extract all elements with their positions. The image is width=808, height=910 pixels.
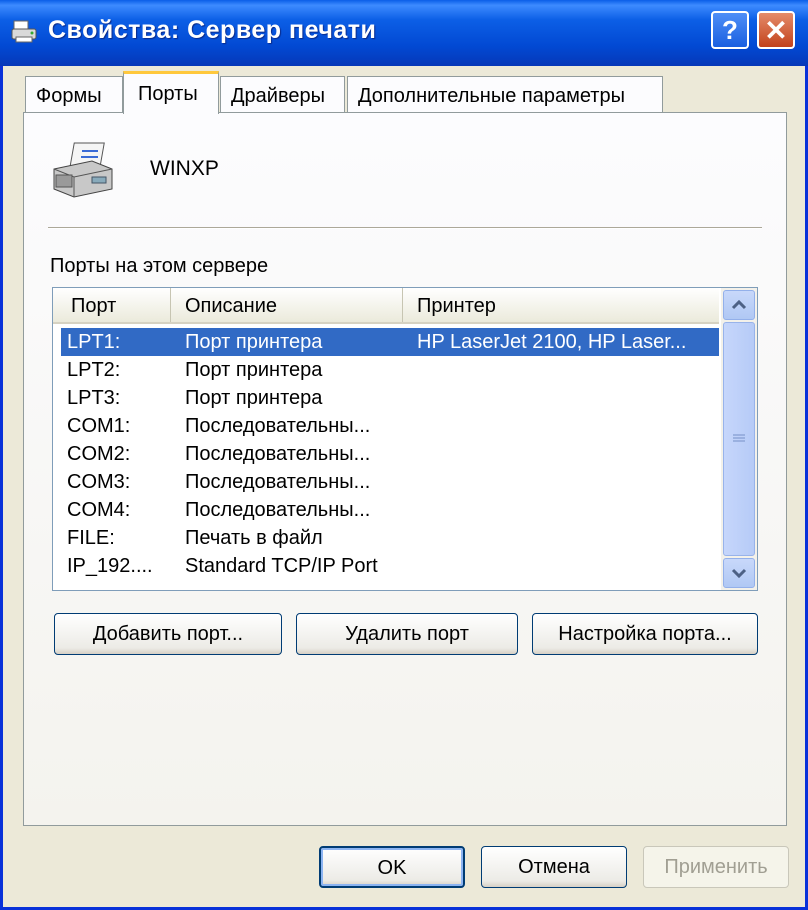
printer-server-icon bbox=[11, 20, 37, 43]
vertical-scrollbar[interactable] bbox=[721, 288, 757, 590]
tab-advanced[interactable]: Дополнительные параметры bbox=[347, 76, 663, 112]
table-row[interactable]: FILE: Печать в файл bbox=[61, 524, 719, 552]
grip-icon bbox=[733, 434, 745, 442]
title-bar[interactable]: Свойства: Сервер печати ? ✕ bbox=[0, 0, 808, 66]
scroll-up-button[interactable] bbox=[723, 290, 755, 320]
close-button[interactable]: ✕ bbox=[757, 11, 795, 49]
table-row[interactable]: COM2: Последовательны... bbox=[61, 440, 719, 468]
column-header-port[interactable]: Порт bbox=[57, 288, 171, 322]
help-button[interactable]: ? bbox=[711, 11, 749, 49]
column-header-printer[interactable]: Принтер bbox=[403, 288, 719, 322]
port-cell: COM4: bbox=[67, 499, 131, 521]
tab-panel-ports: WINXP Порты на этом сервере Порт Описани… bbox=[23, 112, 787, 826]
list-header: Порт Описание Принтер bbox=[53, 288, 719, 324]
chevron-up-icon bbox=[731, 300, 747, 310]
port-cell: COM2: bbox=[67, 443, 131, 465]
column-header-description[interactable]: Описание bbox=[171, 288, 403, 322]
ok-button[interactable]: OK bbox=[319, 846, 465, 888]
port-cell: COM1: bbox=[67, 415, 131, 437]
description-cell: Последовательны... bbox=[185, 499, 371, 521]
cancel-button[interactable]: Отмена bbox=[481, 846, 627, 888]
port-cell: LPT2: bbox=[67, 359, 121, 381]
description-cell: Порт принтера bbox=[185, 331, 323, 353]
scroll-thumb[interactable] bbox=[723, 322, 755, 556]
dialog-window: Свойства: Сервер печати ? ✕ Формы Порты … bbox=[0, 0, 808, 910]
description-cell: Порт принтера bbox=[185, 387, 323, 409]
description-cell: Последовательны... bbox=[185, 415, 371, 437]
tab-ports[interactable]: Порты bbox=[123, 71, 219, 114]
scroll-down-button[interactable] bbox=[723, 558, 755, 588]
ports-list-label: Порты на этом сервере bbox=[50, 255, 269, 277]
port-cell: IP_192.... bbox=[67, 555, 153, 577]
description-cell: Последовательны... bbox=[185, 443, 371, 465]
chevron-down-icon bbox=[731, 568, 747, 578]
tab-drivers[interactable]: Драйверы bbox=[220, 76, 345, 112]
window-title: Свойства: Сервер печати bbox=[48, 16, 377, 44]
description-cell: Печать в файл bbox=[185, 527, 323, 549]
table-row[interactable]: LPT3: Порт принтера bbox=[61, 384, 719, 412]
description-cell: Порт принтера bbox=[185, 359, 323, 381]
add-port-button[interactable]: Добавить порт... bbox=[54, 613, 282, 655]
port-cell: LPT1: bbox=[67, 331, 121, 353]
configure-port-button[interactable]: Настройка порта... bbox=[532, 613, 758, 655]
table-row[interactable]: IP_192.... Standard TCP/IP Port bbox=[61, 552, 719, 580]
printer-icon bbox=[53, 142, 113, 198]
table-row[interactable]: COM3: Последовательны... bbox=[61, 468, 719, 496]
tab-forms[interactable]: Формы bbox=[25, 76, 123, 112]
description-cell: Последовательны... bbox=[185, 471, 371, 493]
delete-port-button[interactable]: Удалить порт bbox=[296, 613, 518, 655]
table-row[interactable]: LPT1: Порт принтера HP LaserJet 2100, HP… bbox=[61, 328, 719, 356]
table-row[interactable]: COM1: Последовательны... bbox=[61, 412, 719, 440]
printer-cell: HP LaserJet 2100, HP Laser... bbox=[417, 331, 687, 353]
port-cell: COM3: bbox=[67, 471, 131, 493]
server-name: WINXP bbox=[150, 157, 219, 180]
description-cell: Standard TCP/IP Port bbox=[185, 555, 378, 577]
port-cell: FILE: bbox=[67, 527, 115, 549]
port-cell: LPT3: bbox=[67, 387, 121, 409]
ports-list[interactable]: Порт Описание Принтер LPT1: Порт принтер… bbox=[52, 287, 758, 591]
separator bbox=[48, 227, 762, 229]
table-row[interactable]: LPT2: Порт принтера bbox=[61, 356, 719, 384]
table-row[interactable]: COM4: Последовательны... bbox=[61, 496, 719, 524]
apply-button[interactable]: Применить bbox=[643, 846, 789, 888]
